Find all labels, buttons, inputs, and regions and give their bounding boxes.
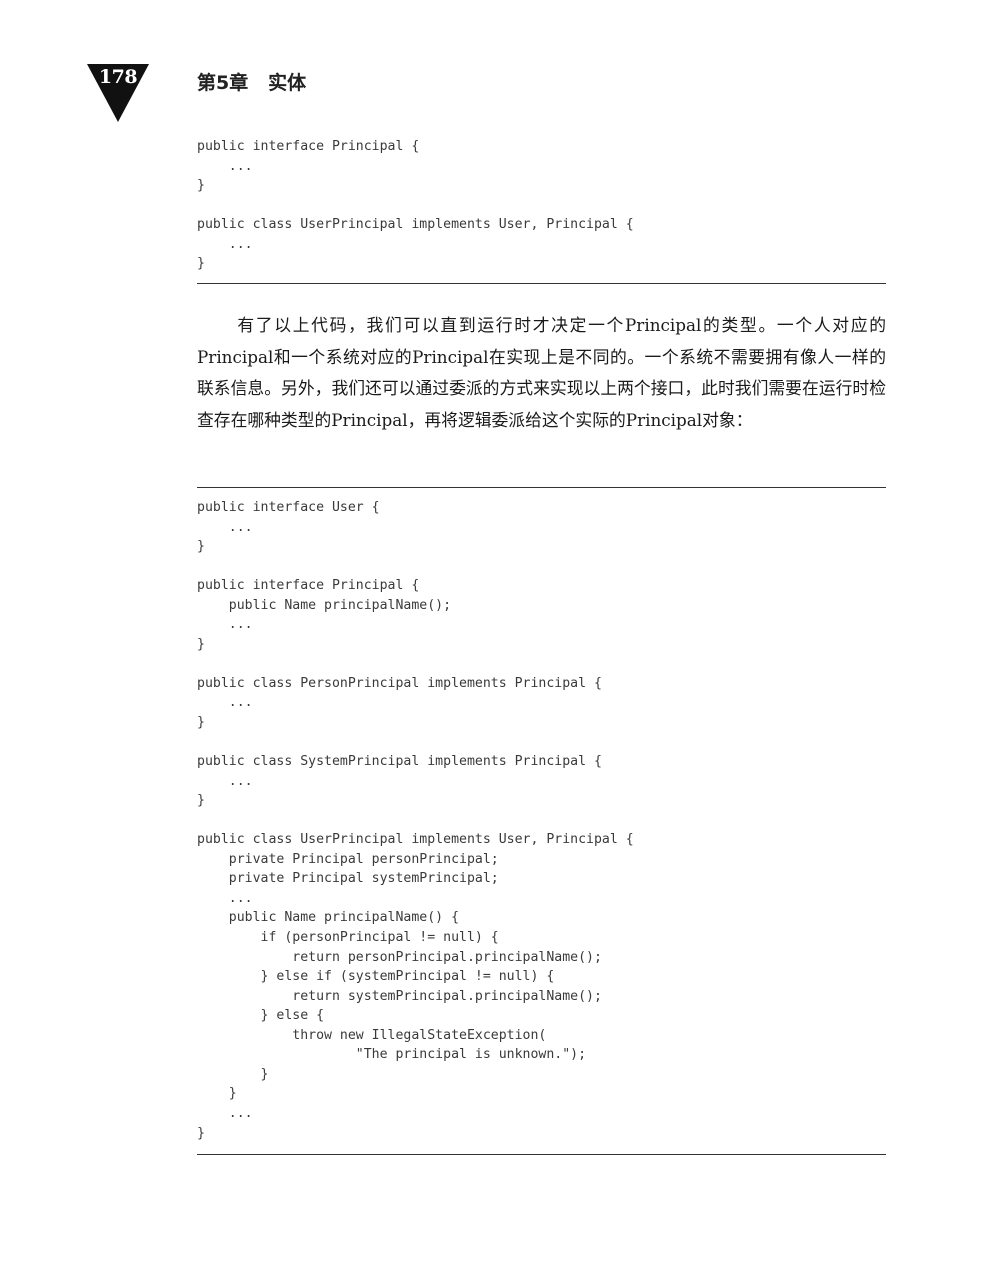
code-block-user-principal-delegation: public interface User { ... } public int…: [197, 500, 634, 1141]
body-paragraph: 有了以上代码，我们可以直到运行时才决定一个Principal的类型。一个人对应的…: [197, 315, 886, 430]
code-block-principal-interface: public interface Principal { ... } publi…: [197, 139, 634, 272]
divider: [197, 283, 886, 284]
chapter-title: 第5章 实体: [197, 72, 307, 94]
divider: [197, 487, 886, 488]
divider: [197, 1154, 886, 1155]
page-number: 178: [98, 66, 138, 88]
page-number-badge: 178: [85, 62, 151, 124]
